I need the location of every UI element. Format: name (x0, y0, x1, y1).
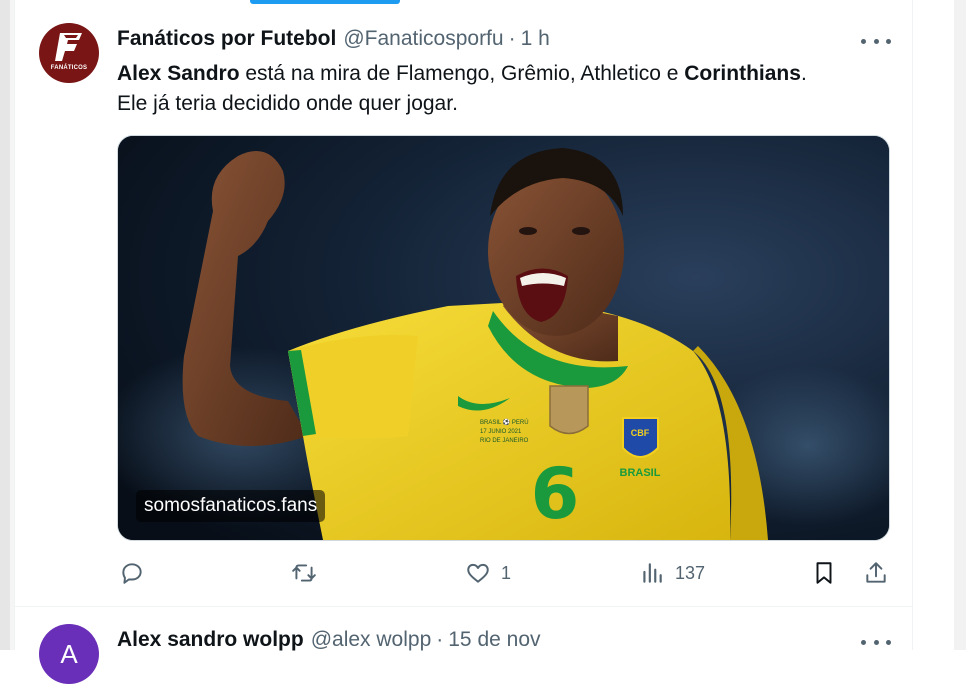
avatar[interactable]: A (39, 624, 99, 684)
more-icon[interactable] (861, 632, 891, 652)
more-icon[interactable] (861, 31, 891, 51)
timestamp[interactable]: 1 h (521, 27, 550, 51)
mention-bold: Alex Sandro (117, 62, 240, 85)
tweet-header: Fanáticos por Futebol @Fanaticosporfu · … (117, 26, 550, 52)
match-text-3: RIO DE JANEIRO (480, 438, 529, 444)
media-source-label[interactable]: somosfanaticos.fans (136, 490, 326, 522)
share-button[interactable] (863, 556, 889, 590)
author-name[interactable]: Alex sandro wolpp (117, 628, 304, 652)
active-tab-indicator (250, 0, 400, 4)
tweet-media-image[interactable]: CBF BRASIL BRASIL ⚽ PERÚ 17 JUNIO 2021 R… (117, 135, 890, 541)
separator: · (508, 27, 516, 50)
reply-button[interactable] (119, 556, 155, 590)
tweet-actions: 1 137 (117, 556, 892, 590)
share-icon (866, 562, 886, 583)
match-text-1: BRASIL ⚽ PERÚ (480, 418, 529, 426)
bookmark-button[interactable] (811, 556, 837, 590)
tweet-text: Alex Sandro está na mira de Flamengo, Gr… (117, 59, 877, 119)
timestamp[interactable]: 15 de nov (448, 628, 540, 652)
avatar-label: FANÁTICOS (50, 65, 88, 71)
views-button[interactable]: 137 (639, 556, 705, 590)
tweet[interactable]: A Alex sandro wolpp @alex wolpp · 15 de … (15, 607, 912, 684)
like-icon (467, 563, 489, 583)
author-handle[interactable]: @Fanaticosporfu (343, 27, 503, 51)
author-handle[interactable]: @alex wolpp (311, 628, 432, 652)
like-button[interactable]: 1 (465, 556, 511, 590)
views-count: 137 (675, 562, 706, 583)
jersey-number: 6 (531, 453, 580, 535)
views-icon (643, 563, 662, 583)
author-name[interactable]: Fanáticos por Futebol (117, 27, 336, 51)
text-segment: . (800, 62, 807, 85)
tweet-header: Alex sandro wolpp @alex wolpp · 15 de no… (117, 627, 541, 653)
text-line-2: Ele já teria decidido onde quer jogar. (117, 92, 458, 115)
cbf-badge-text: CBF (631, 428, 650, 438)
retweet-icon (292, 564, 316, 582)
brasil-text: BRASIL (620, 467, 661, 479)
player-photo: CBF BRASIL BRASIL ⚽ PERÚ 17 JUNIO 2021 R… (118, 136, 889, 540)
scrollbar[interactable] (954, 0, 966, 650)
mention-bold: Corinthians (684, 62, 801, 85)
avatar[interactable]: FANÁTICOS (39, 23, 99, 83)
bookmark-icon (816, 562, 832, 584)
fanaticos-logo-icon (55, 33, 82, 61)
like-count: 1 (501, 562, 512, 583)
match-text-2: 17 JUNIO 2021 (480, 429, 522, 435)
separator: · (436, 628, 444, 651)
text-segment: está na mira de Flamengo, Grêmio, Athlet… (239, 62, 685, 85)
retweet-button[interactable] (291, 556, 327, 590)
window-edge (0, 0, 10, 650)
reply-icon (122, 563, 142, 584)
tweet[interactable]: FANÁTICOS Fanáticos por Futebol @Fanatic… (15, 6, 912, 607)
